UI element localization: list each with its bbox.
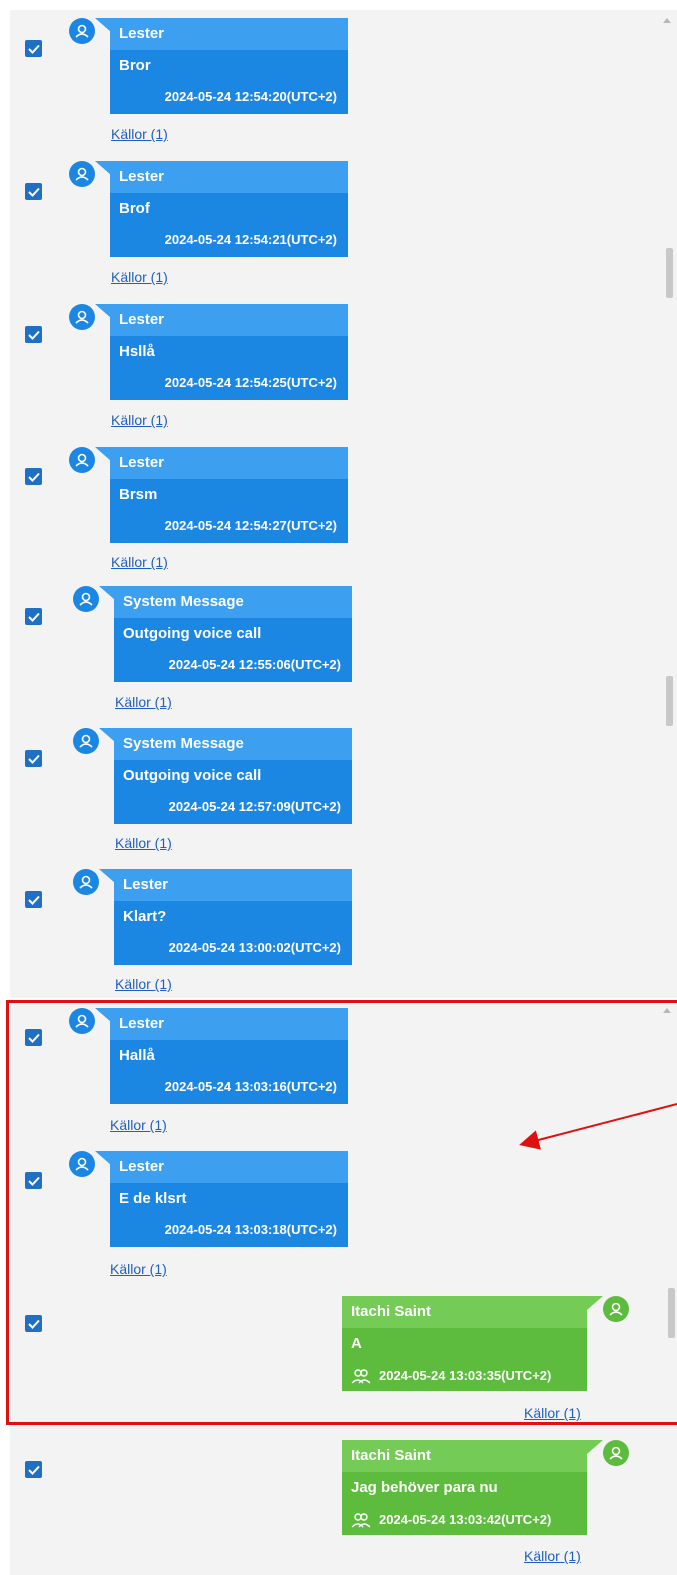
message-checkbox[interactable] (25, 326, 42, 343)
message-checkbox[interactable] (25, 183, 42, 200)
message-text: Jag behöver para nu (351, 1479, 498, 1496)
message-text: Brsm (119, 486, 158, 503)
sender-name: Lester (110, 447, 348, 479)
message-checkbox[interactable] (25, 891, 42, 908)
sender-name: System Message (114, 586, 352, 618)
scrollbar-thumb[interactable] (666, 248, 673, 298)
sources-link[interactable]: Källor (1) (111, 126, 168, 142)
message-bubble: Lester Brsm 2024-05-24 12:54:27(UTC+2) (110, 447, 348, 543)
message-text: Klart? (123, 908, 167, 925)
highlight-box (6, 1000, 677, 1425)
message-checkbox[interactable] (25, 40, 42, 57)
message-checkbox[interactable] (25, 1461, 42, 1478)
message-bubble: System Message Outgoing voice call 2024-… (114, 728, 352, 824)
message-timestamp: 2024-05-24 12:57:09(UTC+2) (168, 799, 341, 814)
message-timestamp: 2024-05-24 13:00:02(UTC+2) (168, 940, 341, 955)
user-avatar-icon (69, 304, 95, 330)
message-text: Brof (119, 200, 150, 217)
sources-link[interactable]: Källor (1) (524, 1548, 581, 1564)
participants-icon (351, 1513, 371, 1528)
sender-name: Lester (114, 869, 352, 901)
checkmark-icon (27, 187, 40, 197)
message-text: Bror (119, 57, 151, 74)
sender-name: Lester (110, 161, 348, 193)
bubble-tail (99, 728, 115, 742)
message-bubble: Lester Hsllå 2024-05-24 12:54:25(UTC+2) (110, 304, 348, 400)
message-bubble: Lester Klart? 2024-05-24 13:00:02(UTC+2) (114, 869, 352, 965)
user-avatar-icon (73, 586, 99, 612)
message-text: Outgoing voice call (123, 767, 262, 784)
message-bubble: System Message Outgoing voice call 2024-… (114, 586, 352, 682)
message-timestamp: 2024-05-24 12:54:27(UTC+2) (164, 518, 337, 533)
sources-link[interactable]: Källor (1) (111, 269, 168, 285)
sources-link[interactable]: Källor (1) (115, 694, 172, 710)
user-avatar-icon (603, 1440, 629, 1466)
message-checkbox[interactable] (25, 468, 42, 485)
sender-name: Lester (110, 18, 348, 50)
message-checkbox[interactable] (25, 608, 42, 625)
checkmark-icon (27, 1465, 40, 1475)
message-timestamp-row: 2024-05-24 13:03:42(UTC+2) (342, 1504, 587, 1536)
bubble-tail (99, 869, 115, 883)
sender-name: Itachi Saint (342, 1440, 587, 1472)
message-bubble: Itachi Saint Jag behöver para nu 2024-05… (342, 1440, 587, 1535)
sources-link[interactable]: Källor (1) (115, 976, 172, 992)
message-timestamp: 2024-05-24 13:03:42(UTC+2) (379, 1512, 552, 1527)
checkmark-icon (27, 895, 40, 905)
bubble-tail (95, 304, 111, 318)
checkmark-icon (27, 754, 40, 764)
checkmark-icon (27, 612, 40, 622)
scroll-up-arrow-icon[interactable] (663, 18, 671, 23)
user-avatar-icon (69, 18, 95, 44)
bubble-tail (587, 1440, 603, 1454)
sender-name: System Message (114, 728, 352, 760)
sources-link[interactable]: Källor (1) (115, 835, 172, 851)
user-avatar-icon (73, 728, 99, 754)
sources-link[interactable]: Källor (1) (111, 554, 168, 570)
message-timestamp: 2024-05-24 12:54:21(UTC+2) (164, 232, 337, 247)
bubble-tail (95, 447, 111, 461)
checkmark-icon (27, 472, 40, 482)
message-text: Outgoing voice call (123, 625, 262, 642)
sources-link[interactable]: Källor (1) (111, 412, 168, 428)
user-avatar-icon (69, 447, 95, 473)
checkmark-icon (27, 330, 40, 340)
message-bubble: Lester Brof 2024-05-24 12:54:21(UTC+2) (110, 161, 348, 257)
message-timestamp: 2024-05-24 12:54:20(UTC+2) (164, 89, 337, 104)
scrollbar-thumb[interactable] (666, 676, 673, 726)
message-timestamp: 2024-05-24 12:55:06(UTC+2) (168, 657, 341, 672)
bubble-tail (99, 586, 115, 600)
checkmark-icon (27, 44, 40, 54)
message-bubble: Lester Bror 2024-05-24 12:54:20(UTC+2) (110, 18, 348, 114)
user-avatar-icon (69, 161, 95, 187)
sender-name: Lester (110, 304, 348, 336)
bubble-tail (95, 161, 111, 175)
bubble-tail (95, 18, 111, 32)
message-text: Hsllå (119, 343, 155, 360)
message-timestamp: 2024-05-24 12:54:25(UTC+2) (164, 375, 337, 390)
message-checkbox[interactable] (25, 750, 42, 767)
user-avatar-icon (73, 869, 99, 895)
